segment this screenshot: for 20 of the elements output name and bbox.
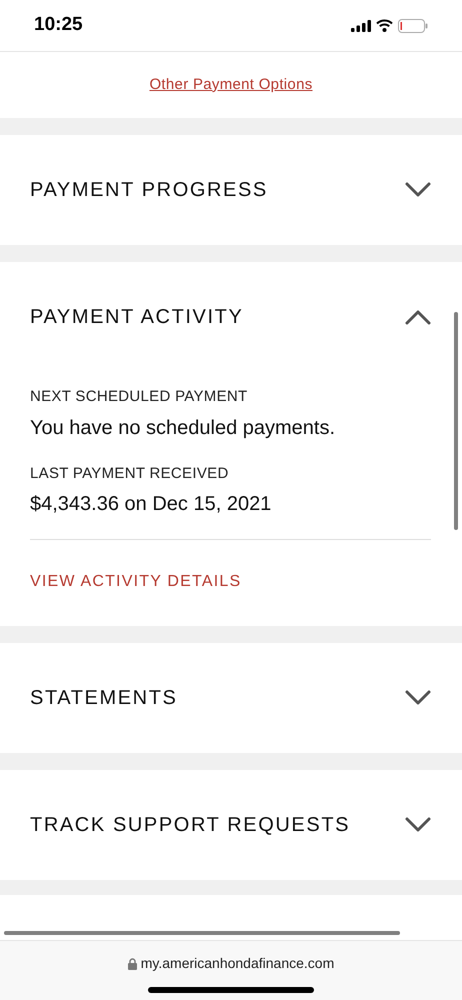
lock-icon xyxy=(128,958,137,970)
status-time: 10:25 xyxy=(34,13,83,38)
section-title[interactable]: TRACK SUPPORT REQUESTS xyxy=(30,810,350,840)
wifi-icon xyxy=(376,19,393,32)
section-title[interactable]: PAYMENT PROGRESS xyxy=(30,175,268,205)
chevron-down-icon[interactable] xyxy=(405,690,431,706)
url-text[interactable]: my.americanhondafinance.com xyxy=(140,953,334,974)
chevron-down-icon[interactable] xyxy=(405,817,431,833)
field-value: $4,343.36 on Dec 15, 2021 xyxy=(30,492,272,517)
signal-icon xyxy=(351,20,371,32)
field-label: LAST PAYMENT RECEIVED xyxy=(30,464,229,484)
section-title[interactable]: STATEMENTS xyxy=(30,683,178,713)
field-value: You have no scheduled payments. xyxy=(30,416,336,440)
field-label: NEXT SCHEDULED PAYMENT xyxy=(30,387,248,407)
battery-icon xyxy=(398,18,428,32)
section-title[interactable]: PAYMENT ACTIVITY xyxy=(30,302,244,332)
chevron-down-icon[interactable] xyxy=(405,182,431,198)
other-payment-options-link[interactable]: Other Payment Options xyxy=(149,74,313,96)
view-activity-details-link[interactable]: VIEW ACTIVITY DETAILS xyxy=(30,573,242,590)
chevron-up-icon[interactable] xyxy=(405,309,431,325)
